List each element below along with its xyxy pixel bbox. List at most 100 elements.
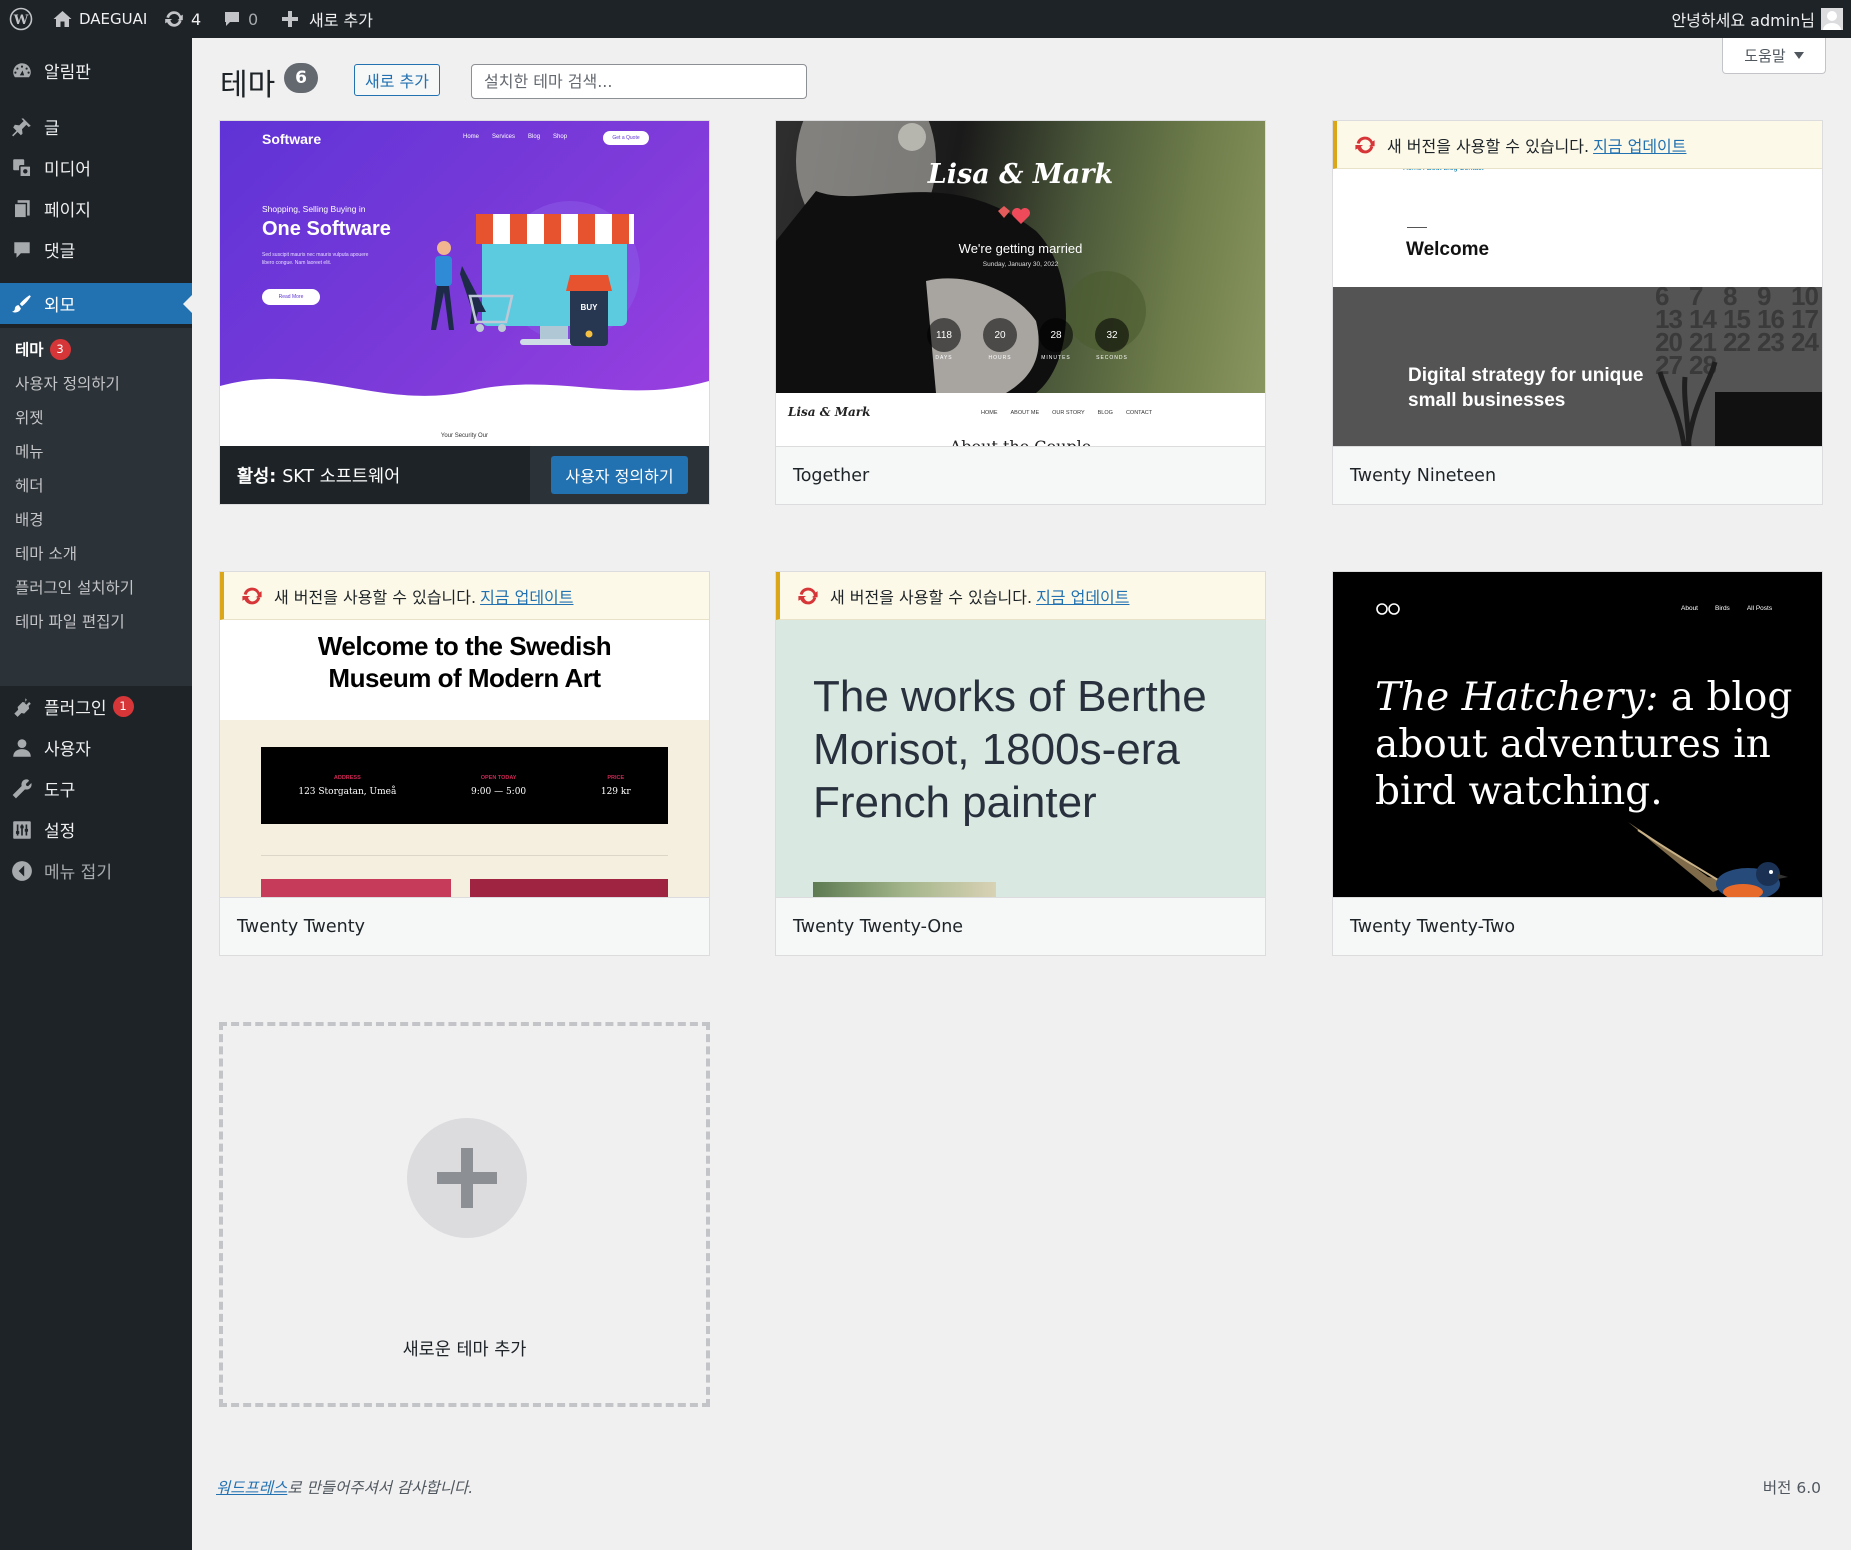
comments-count: 0 xyxy=(248,9,259,29)
shot-below: Your Security Our xyxy=(440,433,489,439)
countdown-item: 28 MINUTES xyxy=(1038,318,1074,361)
theme-name-bar: Together xyxy=(776,446,1265,504)
sidebar-item-plugins[interactable]: 플러그인 1 xyxy=(0,686,192,727)
sidebar-item-label: 댓글 xyxy=(44,242,76,262)
footer-thanks: 워드프레스로 만들어주셔서 감사합니다. xyxy=(216,1476,473,1498)
theme-count-badge: 6 xyxy=(284,63,318,93)
plus-icon xyxy=(282,11,298,27)
countdown: 118 DAYS 20 HOURS 28 MINUTES 32 SECONDS xyxy=(926,318,1130,361)
theme-card-twenty-nineteen[interactable]: 새 버전을 사용할 수 있습니다. 지금 업데이트 Home About Blo… xyxy=(1332,120,1823,505)
submenu-item-theme-intro[interactable]: 테마 소개 xyxy=(15,542,77,564)
updates-link[interactable]: 4 xyxy=(163,0,201,38)
heart-icon xyxy=(1012,208,1030,224)
shot-headline: Welcome to the Swedish Museum of Modern … xyxy=(317,631,612,693)
shot-nav-item: BLOG xyxy=(1097,410,1113,416)
wordpress-link[interactable]: 워드프레스 xyxy=(216,1479,287,1497)
theme-name: Twenty Twenty-One xyxy=(793,916,964,937)
theme-screenshot: Home About Blog Contact Welcome 678910 1… xyxy=(1333,121,1822,446)
help-tab-label: 도움말 xyxy=(1744,47,1786,65)
theme-card-skt-software[interactable]: Software Home Services Blog Shop Get a Q… xyxy=(219,120,710,505)
shot-nav-item: About xyxy=(1681,605,1698,612)
sidebar-item-appearance[interactable]: 외모 xyxy=(0,283,192,324)
help-tab-button[interactable]: 도움말 xyxy=(1722,38,1826,74)
info-col: ADDRESS 123 Storgatan, Umeå xyxy=(298,775,396,797)
theme-card-twenty-twenty-two[interactable]: About Birds All Posts The Hatchery: a bl… xyxy=(1332,571,1823,956)
shot-nav-item: Services xyxy=(492,134,516,140)
site-name-link[interactable]: DAEGUAI xyxy=(52,0,147,38)
shot-logo: Lisa & Mark xyxy=(788,405,871,419)
pin-icon xyxy=(12,118,31,137)
submenu-item-theme-file-editor[interactable]: 테마 파일 편집기 xyxy=(15,610,125,632)
bird-illustration xyxy=(1628,822,1788,897)
plus-icon xyxy=(437,1148,497,1208)
footer-thanks-text: 로 만들어주셔서 감사합니다. xyxy=(287,1479,474,1497)
theme-screenshot: The works of Berthe Morisot, 1800s-era F… xyxy=(776,572,1265,897)
theme-name-bar: Twenty Twenty-One xyxy=(776,897,1265,955)
update-now-link[interactable]: 지금 업데이트 xyxy=(480,584,573,608)
submenu-item-background[interactable]: 배경 xyxy=(15,508,44,530)
main-content: 테마 6 새로 추가 도움말 Software Home Services Bl… xyxy=(192,38,1851,1550)
sidebar-item-dashboard[interactable]: 알림판 xyxy=(0,50,192,91)
my-account-link[interactable]: 안녕하세요 admin님 xyxy=(1671,0,1843,38)
submenu-item-header[interactable]: 헤더 xyxy=(15,474,44,496)
info-value: 123 Storgatan, Umeå xyxy=(298,786,397,797)
sidebar-item-media[interactable]: 미디어 xyxy=(0,147,192,188)
sidebar-item-users[interactable]: 사용자 xyxy=(0,727,192,768)
shot-headline: The Hatchery: a blog about adventures in… xyxy=(1375,674,1795,815)
shot-kicker: Shopping, Selling Buying in xyxy=(262,204,366,214)
update-now-link[interactable]: 지금 업데이트 xyxy=(1036,584,1129,608)
sidebar-item-pages[interactable]: 페이지 xyxy=(0,188,192,229)
wrench-icon xyxy=(12,779,32,799)
shot-headline: The works of Berthe Morisot, 1800s-era F… xyxy=(813,672,1207,827)
theme-card-together[interactable]: Lisa & Mark We're getting married Sunday… xyxy=(775,120,1266,505)
info-label: PRICE xyxy=(607,774,625,781)
site-name: DAEGUAI xyxy=(79,10,148,28)
countdown-value: 28 xyxy=(1039,318,1073,352)
update-notice: 새 버전을 사용할 수 있습니다. 지금 업데이트 xyxy=(1333,121,1822,169)
countdown-item: 118 DAYS xyxy=(926,318,962,361)
submenu-item-customize[interactable]: 사용자 정의하기 xyxy=(15,372,120,394)
submenu-item-themes[interactable]: 테마 3 xyxy=(15,338,71,360)
settings-icon xyxy=(13,821,31,839)
info-value: 129 kr xyxy=(600,786,631,797)
collapse-arrow-icon xyxy=(12,861,32,881)
customize-button[interactable]: 사용자 정의하기 xyxy=(551,456,688,494)
submenu-item-widgets[interactable]: 위젯 xyxy=(15,406,44,428)
theme-name: Twenty Nineteen xyxy=(1350,465,1497,486)
sidebar-item-comments[interactable]: 댓글 xyxy=(0,229,192,270)
shot-brand: Software xyxy=(262,131,322,147)
shot-cta: Get a Quote xyxy=(603,131,649,145)
theme-name: Together xyxy=(793,465,870,486)
sidebar-item-settings[interactable]: 설정 xyxy=(0,809,192,850)
add-new-theme-tile[interactable]: 새로운 테마 추가 xyxy=(219,1022,710,1407)
update-notice: 새 버전을 사용할 수 있습니다. 지금 업데이트 xyxy=(776,572,1265,620)
update-now-link[interactable]: 지금 업데이트 xyxy=(1593,133,1686,157)
submenu-item-menus[interactable]: 메뉴 xyxy=(15,440,44,462)
sidebar-item-posts[interactable]: 글 xyxy=(0,106,192,147)
submenu-item-install-plugins[interactable]: 플러그인 설치하기 xyxy=(15,576,134,598)
sidebar-item-label-wrap: 플러그인 1 xyxy=(44,694,134,719)
shot-nav-item: HOME xyxy=(981,410,998,416)
comments-link[interactable]: 0 xyxy=(222,0,258,38)
sidebar-item-tools[interactable]: 도구 xyxy=(0,768,192,809)
info-col: PRICE 129 kr xyxy=(601,775,631,797)
shot-nav-item: Home xyxy=(463,134,480,140)
sidebar-item-label: 사용자 xyxy=(44,740,91,760)
theme-card-twenty-twenty[interactable]: 새 버전을 사용할 수 있습니다. 지금 업데이트 Welcome to the… xyxy=(219,571,710,956)
new-content-link[interactable]: 새로 추가 xyxy=(281,0,373,38)
theme-search-input[interactable] xyxy=(471,64,807,99)
collapse-menu-button[interactable]: 메뉴 접기 xyxy=(0,850,192,891)
sidebar-item-label: 페이지 xyxy=(44,201,91,221)
new-content-label: 새로 추가 xyxy=(309,11,373,30)
add-new-theme-button[interactable]: 새로 추가 xyxy=(354,64,440,96)
theme-name: Twenty Twenty xyxy=(237,916,365,937)
theme-card-twenty-twenty-one[interactable]: 새 버전을 사용할 수 있습니다. 지금 업데이트 The works of B… xyxy=(775,571,1266,956)
sidebar-item-label: 외모 xyxy=(44,296,76,316)
wordpress-logo-icon[interactable]: W xyxy=(9,0,33,38)
shot-headline: One Software xyxy=(262,218,391,240)
shot-welcome: Welcome xyxy=(1406,239,1490,260)
shot-hero-text: Digital strategy for unique small busine… xyxy=(1408,365,1644,411)
shot-button: Read More xyxy=(262,289,320,305)
theme-name-bar: Twenty Nineteen xyxy=(1333,446,1822,504)
greeting: 안녕하세요 admin님 xyxy=(1671,11,1815,30)
